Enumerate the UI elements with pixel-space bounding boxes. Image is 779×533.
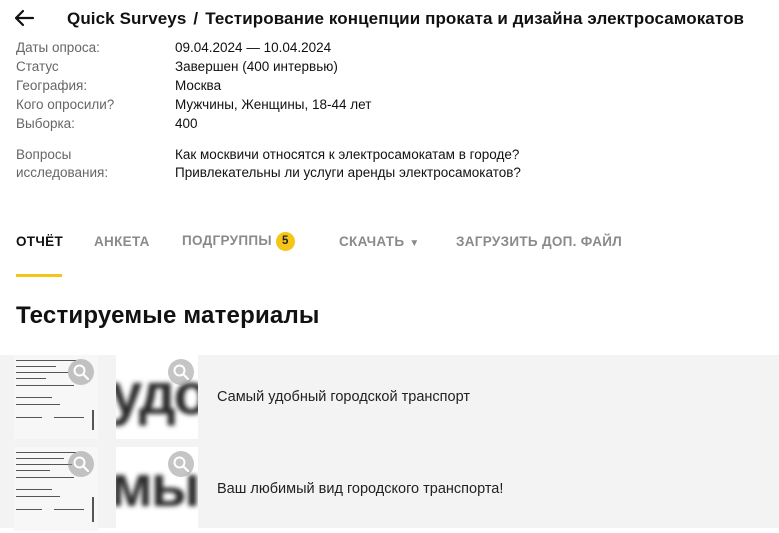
list-item[interactable]: удо Самый удобный городской транспорт xyxy=(0,355,779,441)
meta-value: Как москвичи относятся к электросамоката… xyxy=(175,146,521,182)
material-caption: Самый удобный городской транспорт xyxy=(217,389,470,405)
survey-title: Тестирование концепции проката и дизайна… xyxy=(205,9,745,28)
material-thumbnail-document[interactable] xyxy=(14,447,98,531)
material-thumbnail-document[interactable] xyxy=(14,355,98,439)
tab-questionnaire[interactable]: АНКЕТА xyxy=(94,234,150,249)
list-item[interactable]: мый Ваш любимый вид городского транспорт… xyxy=(0,447,779,533)
meta-key: География: xyxy=(16,78,88,93)
materials-list: удо Самый удобный городской транспорт мы… xyxy=(0,355,779,531)
chevron-down-icon: ▼ xyxy=(409,238,420,249)
zoom-icon[interactable] xyxy=(68,451,94,477)
page-title: Quick Surveys / Тестирование концепции про… xyxy=(67,9,744,29)
meta-value: 400 xyxy=(175,116,198,131)
material-thumbnail-image[interactable]: удо xyxy=(116,355,198,439)
meta-key: Кого опросили? xyxy=(16,97,115,112)
meta-key: Статус xyxy=(16,59,59,74)
active-tab-indicator xyxy=(16,274,62,277)
tab-label: АНКЕТА xyxy=(94,234,150,249)
meta-value: Москва xyxy=(175,78,222,93)
breadcrumb-separator: / xyxy=(193,9,199,28)
tab-download[interactable]: СКАЧАТЬ ▼ xyxy=(339,234,420,249)
meta-value: Мужчины, Женщины, 18-44 лет xyxy=(175,97,372,112)
question-item: Привлекательны ли услуги аренды электрос… xyxy=(175,165,521,180)
arrow-left-icon[interactable] xyxy=(13,8,35,28)
zoom-icon[interactable] xyxy=(68,359,94,385)
meta-key: Выборка: xyxy=(16,116,75,131)
page-header: Quick Surveys / Тестирование концепции про… xyxy=(0,0,779,38)
meta-key: Вопросы исследования: xyxy=(16,147,109,180)
tab-label: ПОДГРУППЫ xyxy=(182,233,272,248)
meta-key: Даты опроса: xyxy=(16,40,100,55)
question-item: Как москвичи относятся к электросамоката… xyxy=(175,147,520,162)
zoom-icon[interactable] xyxy=(168,359,194,385)
meta-value: Завершен (400 интервью) xyxy=(175,59,338,74)
tab-subgroups[interactable]: ПОДГРУППЫ 5 xyxy=(182,232,295,251)
tab-report[interactable]: ОТЧЁТ xyxy=(16,234,63,249)
material-thumbnail-image[interactable]: мый xyxy=(116,447,198,531)
tab-label: ЗАГРУЗИТЬ ДОП. ФАЙЛ xyxy=(456,234,623,249)
section-title: Тестируемые материалы xyxy=(16,302,320,329)
tab-label: ОТЧЁТ xyxy=(16,234,64,249)
tab-upload-file[interactable]: ЗАГРУЗИТЬ ДОП. ФАЙЛ xyxy=(456,234,622,249)
material-caption: Ваш любимый вид городского транспорта! xyxy=(217,481,504,497)
tab-label: СКАЧАТЬ xyxy=(339,234,405,249)
zoom-icon[interactable] xyxy=(168,451,194,477)
brand-link[interactable]: Quick Surveys xyxy=(67,9,186,28)
subgroups-count-badge: 5 xyxy=(275,232,295,251)
meta-value: 09.04.2024 — 10.04.2024 xyxy=(175,40,332,55)
